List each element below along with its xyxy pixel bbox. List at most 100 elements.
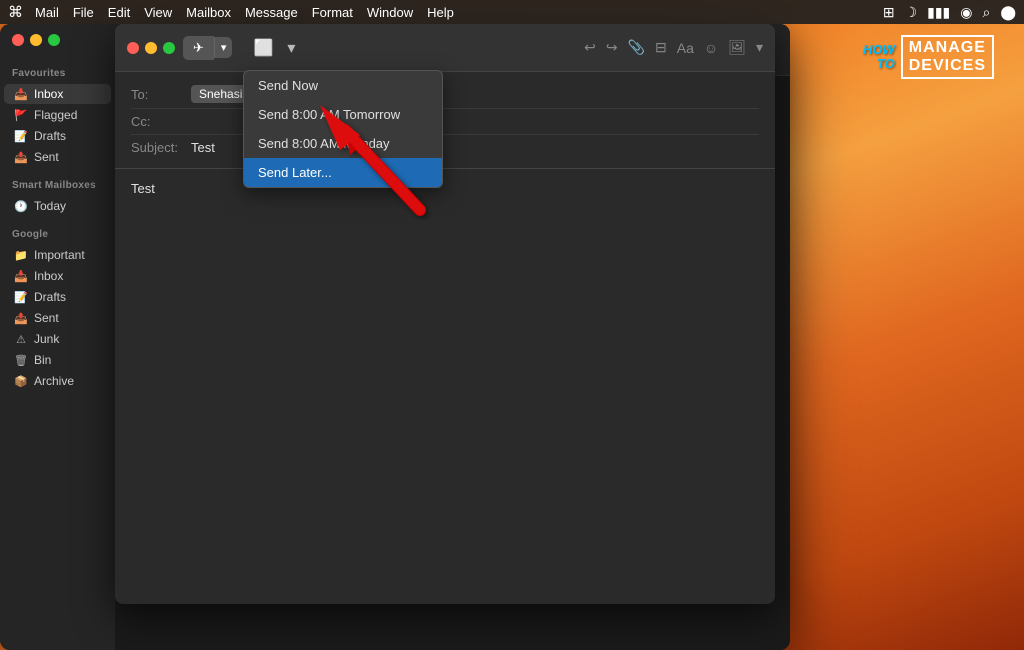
search-icon[interactable]: ⌕ bbox=[982, 4, 990, 21]
favourites-section-title: Favourites bbox=[0, 56, 115, 83]
window-icon[interactable]: ⬜ bbox=[250, 35, 276, 61]
sidebar-label-bin: Bin bbox=[34, 353, 51, 367]
drafts-icon: 📝 bbox=[14, 130, 28, 143]
body-text: Test bbox=[131, 181, 155, 196]
menu-edit[interactable]: Edit bbox=[108, 5, 130, 20]
subject-label: Subject: bbox=[131, 140, 191, 155]
sidebar-label-drafts-google: Drafts bbox=[34, 290, 66, 304]
close-button[interactable] bbox=[12, 34, 24, 46]
cc-field-row: Cc: bbox=[131, 109, 759, 135]
sidebar-item-flagged[interactable]: 🚩 Flagged bbox=[4, 105, 111, 125]
sidebar-item-junk[interactable]: ⚠ Junk bbox=[4, 329, 111, 349]
compose-fullscreen-button[interactable] bbox=[163, 42, 175, 54]
menu-message[interactable]: Message bbox=[245, 5, 298, 20]
to-label: To: bbox=[131, 87, 191, 102]
photo-chevron-icon[interactable]: ▾ bbox=[756, 39, 763, 56]
sidebar-item-drafts-google[interactable]: 📝 Drafts bbox=[4, 287, 111, 307]
archive-icon: 📦 bbox=[14, 375, 28, 388]
compose-toolbar: ✈ ▾ ⬜ ▾ ↩ ↪ 📎 ⊟ Aa ☺ 🖼 ▾ bbox=[115, 24, 775, 72]
font-icon[interactable]: Aa bbox=[677, 40, 694, 56]
send-later-dropdown: Send Now Send 8:00 AM Tomorrow Send 8:00… bbox=[243, 70, 443, 188]
sidebar-item-sent-google[interactable]: 📤 Sent bbox=[4, 308, 111, 328]
battery-icon[interactable]: ▮▮▮ bbox=[927, 4, 950, 21]
compose-body[interactable]: Test bbox=[115, 169, 775, 604]
control-center-icon[interactable]: ⊞ bbox=[883, 4, 895, 21]
send-button-group: ✈ ▾ bbox=[183, 36, 232, 60]
compose-close-button[interactable] bbox=[127, 42, 139, 54]
subject-value[interactable]: Test bbox=[191, 140, 215, 155]
menu-window[interactable]: Window bbox=[367, 5, 413, 20]
menubar-items: Mail File Edit View Mailbox Message Form… bbox=[35, 5, 454, 20]
siri-icon[interactable]: ⬤ bbox=[1000, 4, 1016, 21]
sidebar-label-inbox-google: Inbox bbox=[34, 269, 63, 283]
window-chevron-icon[interactable]: ▾ bbox=[284, 35, 298, 61]
sidebar-item-inbox-google[interactable]: 📥 Inbox bbox=[4, 266, 111, 286]
apple-menu[interactable]: ⌘ bbox=[8, 3, 23, 21]
compose-window: ✈ ▾ ⬜ ▾ ↩ ↪ 📎 ⊟ Aa ☺ 🖼 ▾ To: Snehasis Pa… bbox=[115, 24, 775, 604]
fullscreen-button[interactable] bbox=[48, 34, 60, 46]
watermark-box: MANAGE DEVICES bbox=[901, 35, 994, 79]
today-icon: 🕐 bbox=[14, 200, 28, 213]
mail-sidebar: Favourites 📥 Inbox 🚩 Flagged 📝 Drafts 📤 … bbox=[0, 24, 115, 650]
compose-right-icons: ↩ ↪ 📎 ⊟ Aa ☺ 🖼 ▾ bbox=[584, 39, 763, 56]
menu-help[interactable]: Help bbox=[427, 5, 454, 20]
sidebar-label-archive: Archive bbox=[34, 374, 74, 388]
chevron-down-icon: ▾ bbox=[221, 42, 227, 54]
menubar: ⌘ Mail File Edit View Mailbox Message Fo… bbox=[0, 0, 1024, 24]
compose-minimize-button[interactable] bbox=[145, 42, 157, 54]
minimize-button[interactable] bbox=[30, 34, 42, 46]
dropdown-item-send-now[interactable]: Send Now bbox=[244, 71, 442, 100]
menu-mail[interactable]: Mail bbox=[35, 5, 59, 20]
sidebar-item-drafts-fav[interactable]: 📝 Drafts bbox=[4, 126, 111, 146]
sent-google-icon: 📤 bbox=[14, 312, 28, 325]
drafts-google-icon: 📝 bbox=[14, 291, 28, 304]
watermark: HOWTO MANAGE DEVICES bbox=[863, 35, 994, 79]
emoji-icon[interactable]: ☺ bbox=[704, 40, 718, 56]
menu-file[interactable]: File bbox=[73, 5, 94, 20]
menu-view[interactable]: View bbox=[144, 5, 172, 20]
sidebar-item-archive[interactable]: 📦 Archive bbox=[4, 371, 111, 391]
send-dropdown-button[interactable]: ▾ bbox=[214, 37, 233, 58]
dropdown-item-send-later[interactable]: Send Later... bbox=[244, 158, 442, 187]
watermark-devices: DEVICES bbox=[909, 57, 986, 75]
dropdown-item-tomorrow[interactable]: Send 8:00 AM Tomorrow bbox=[244, 100, 442, 129]
attachment-icon[interactable]: 📎 bbox=[628, 39, 645, 56]
sidebar-label-today: Today bbox=[34, 199, 66, 213]
send-main-button[interactable]: ✈ bbox=[183, 36, 214, 60]
compose-traffic-lights bbox=[127, 42, 175, 54]
menu-format[interactable]: Format bbox=[312, 5, 353, 20]
watermark-manage: MANAGE bbox=[909, 39, 986, 57]
sidebar-label-junk: Junk bbox=[34, 332, 59, 346]
sidebar-label-important: Important bbox=[34, 248, 85, 262]
menubar-right: ⊞ ☽ ▮▮▮ ◉ ⌕ ⬤ bbox=[883, 4, 1016, 21]
smart-mailboxes-title: Smart Mailboxes bbox=[0, 168, 115, 195]
redo-icon[interactable]: ↪ bbox=[606, 39, 618, 56]
inbox-google-icon: 📥 bbox=[14, 270, 28, 283]
sidebar-traffic-lights bbox=[12, 34, 60, 46]
send-plane-icon: ✈ bbox=[193, 40, 204, 56]
sidebar-item-important[interactable]: 📁 Important bbox=[4, 245, 111, 265]
sidebar-label-sent-fav: Sent bbox=[34, 150, 59, 164]
sidebar-item-today[interactable]: 🕐 Today bbox=[4, 196, 111, 216]
compose-fields: To: Snehasis Pan Cc: Subject: Test bbox=[115, 72, 775, 169]
undo-icon[interactable]: ↩ bbox=[584, 39, 596, 56]
sidebar-item-sent-fav[interactable]: 📤 Sent bbox=[4, 147, 111, 167]
wifi-icon[interactable]: ◉ bbox=[960, 4, 972, 21]
sidebar-label-sent-google: Sent bbox=[34, 311, 59, 325]
google-section-title: Google bbox=[0, 217, 115, 244]
sidebar-item-inbox-fav[interactable]: 📥 Inbox bbox=[4, 84, 111, 104]
dropdown-item-monday[interactable]: Send 8:00 AM Monday bbox=[244, 129, 442, 158]
compose-toolbar-icons: ⬜ ▾ bbox=[250, 35, 298, 61]
sidebar-label-flagged: Flagged bbox=[34, 108, 77, 122]
sidebar-item-bin[interactable]: 🗑 Bin bbox=[4, 350, 111, 370]
watermark-howto: HOWTO bbox=[863, 43, 895, 72]
to-field-row: To: Snehasis Pan bbox=[131, 80, 759, 109]
cc-label: Cc: bbox=[131, 114, 191, 129]
subject-field-row: Subject: Test bbox=[131, 135, 759, 160]
menu-mailbox[interactable]: Mailbox bbox=[186, 5, 231, 20]
darkmode-icon[interactable]: ☽ bbox=[905, 4, 918, 21]
photo-icon[interactable]: 🖼 bbox=[728, 39, 746, 56]
junk-icon: ⚠ bbox=[14, 333, 28, 346]
bin-icon: 🗑 bbox=[14, 354, 28, 367]
overlay-icon[interactable]: ⊟ bbox=[655, 39, 667, 56]
